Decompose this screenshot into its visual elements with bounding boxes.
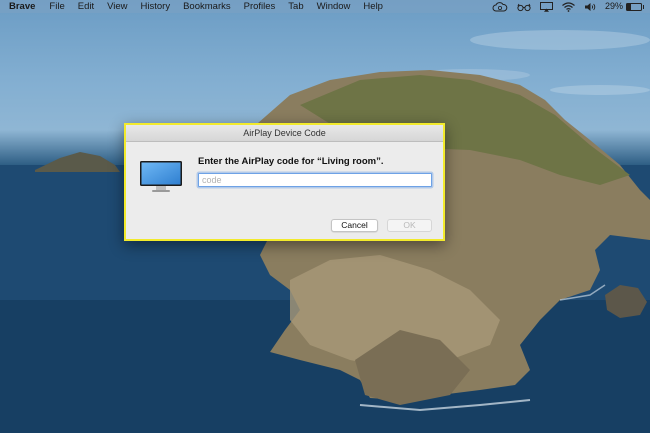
airplay-code-dialog: AirPlay Device Code Enter the AirPlay co… bbox=[124, 123, 445, 241]
menu-profiles[interactable]: Profiles bbox=[244, 0, 276, 13]
menu-bookmarks[interactable]: Bookmarks bbox=[183, 0, 231, 13]
cancel-button[interactable]: Cancel bbox=[331, 219, 378, 232]
monitor-icon bbox=[139, 160, 183, 194]
airplay-icon[interactable] bbox=[539, 1, 553, 12]
menu-app-brave[interactable]: Brave bbox=[9, 0, 35, 13]
menu-edit[interactable]: Edit bbox=[78, 0, 94, 13]
airplay-code-input[interactable] bbox=[198, 173, 432, 187]
battery-icon[interactable] bbox=[626, 2, 644, 11]
cloud-icon[interactable] bbox=[492, 1, 508, 12]
dialog-title: AirPlay Device Code bbox=[126, 125, 443, 142]
menu-help[interactable]: Help bbox=[363, 0, 383, 13]
ok-button[interactable]: OK bbox=[387, 219, 432, 232]
glasses-icon[interactable] bbox=[517, 2, 531, 12]
status-area: 29% bbox=[483, 0, 644, 13]
menu-window[interactable]: Window bbox=[317, 0, 351, 13]
menu-file[interactable]: File bbox=[49, 0, 64, 13]
volume-icon[interactable] bbox=[584, 2, 597, 12]
wifi-icon[interactable] bbox=[562, 1, 575, 12]
battery-level-fill bbox=[627, 3, 632, 10]
menu-view[interactable]: View bbox=[107, 0, 127, 13]
menu-items: Brave File Edit View History Bookmarks P… bbox=[0, 0, 396, 13]
dialog-prompt: Enter the AirPlay code for “Living room”… bbox=[198, 156, 384, 167]
menu-bar: Brave File Edit View History Bookmarks P… bbox=[0, 0, 650, 13]
menu-history[interactable]: History bbox=[141, 0, 171, 13]
menu-tab[interactable]: Tab bbox=[288, 0, 303, 13]
battery-percent: 29% bbox=[604, 1, 623, 11]
